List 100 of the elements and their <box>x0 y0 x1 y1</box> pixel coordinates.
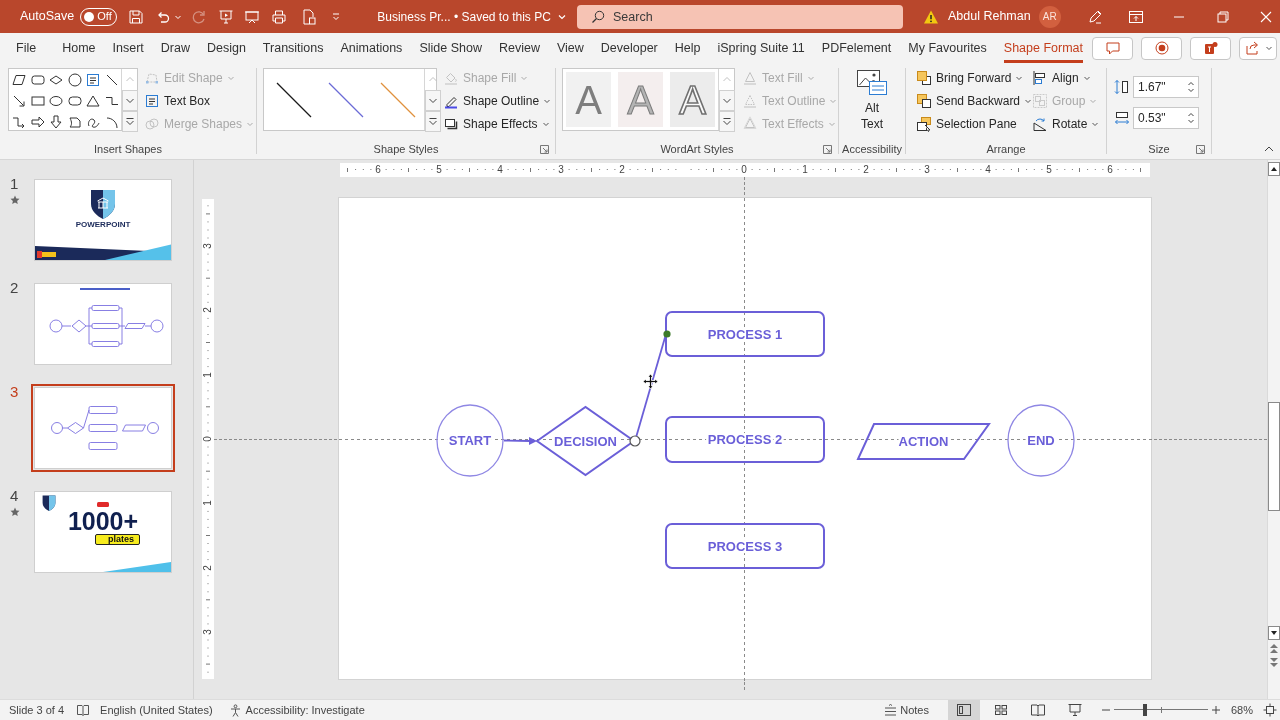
next-slide-icon[interactable] <box>1269 656 1279 668</box>
slide-thumbnail[interactable]: 1000+ plates <box>31 488 175 576</box>
slide-thumbnail[interactable] <box>31 280 175 368</box>
text-box-button[interactable]: Text Box <box>142 89 257 112</box>
shape-width-icon <box>1114 110 1130 126</box>
terminal-shape: START <box>436 404 504 477</box>
bring-forward-icon <box>916 69 932 86</box>
bring-forward-button[interactable]: Bring Forward <box>914 66 1030 89</box>
ribbon-tab[interactable]: iSpring Suite 11 <box>717 33 805 63</box>
slide-thumbnail[interactable]: POWERPOINT <box>31 176 175 264</box>
move-cursor-icon <box>642 373 659 390</box>
zoom-slider-thumb[interactable] <box>1143 704 1147 716</box>
shield-logo-icon <box>41 494 57 512</box>
save-icon[interactable] <box>128 8 145 25</box>
speech-bubble-icon <box>1104 40 1121 56</box>
gallery-more-button[interactable] <box>719 111 735 132</box>
scrollbar-thumb[interactable] <box>1268 402 1280 511</box>
ribbon-tab[interactable]: Help <box>674 33 701 63</box>
present-in-teams-button[interactable] <box>1190 36 1232 60</box>
restore-icon[interactable] <box>1214 8 1231 25</box>
dialog-launcher-icon[interactable] <box>540 145 549 154</box>
width-field[interactable]: 0.53" <box>1133 107 1199 129</box>
normal-view-button[interactable] <box>947 700 980 720</box>
ribbon-tab[interactable]: My Favourites <box>908 33 987 63</box>
ribbon-tab[interactable]: View <box>556 33 584 63</box>
rotate-button[interactable]: Rotate <box>1030 112 1102 135</box>
search-field[interactable]: Search <box>577 4 903 29</box>
ribbon-tab[interactable]: Insert <box>112 33 144 63</box>
zoom-slider[interactable] <box>1113 704 1208 716</box>
spinner-icon[interactable] <box>1187 110 1195 126</box>
record-icon <box>1153 40 1170 56</box>
document-title[interactable]: Business Pr... • Saved to this PC <box>377 7 567 26</box>
presentation-icon[interactable] <box>218 8 235 25</box>
ribbon-tab[interactable]: Transitions <box>262 33 324 63</box>
projector-screen-icon[interactable] <box>244 8 261 25</box>
slide-number: 3 <box>10 383 19 401</box>
autosave-label: AutoSave <box>20 8 75 26</box>
shape-outline-button[interactable]: Shape Outline <box>441 89 554 112</box>
language-button[interactable]: English (United States) <box>100 701 213 719</box>
reading-view-icon <box>1029 702 1046 718</box>
slide-thumbnail[interactable] <box>31 384 175 472</box>
line-style-preset[interactable] <box>276 81 312 118</box>
ribbon-tab[interactable]: Developer <box>600 33 658 63</box>
fit-to-window-icon[interactable] <box>1263 703 1277 717</box>
document-icon[interactable] <box>301 8 318 25</box>
connector-start-handle[interactable] <box>629 435 641 447</box>
send-backward-icon <box>916 92 932 109</box>
merge-shapes-icon <box>144 115 160 132</box>
record-button[interactable] <box>1141 36 1183 60</box>
search-icon <box>591 9 605 24</box>
alt-text-button[interactable]: Alt Text <box>854 63 890 140</box>
down-arrow-icon[interactable] <box>48 113 65 130</box>
notes-button[interactable]: Notes <box>884 701 929 719</box>
zoom-level-button[interactable]: 68% <box>1230 701 1253 719</box>
spinner-icon[interactable] <box>1187 79 1195 95</box>
ribbon-display-icon[interactable] <box>1127 8 1144 25</box>
align-button[interactable]: Align <box>1030 66 1102 89</box>
height-field[interactable]: 1.67" <box>1133 76 1199 98</box>
spelling-book-icon[interactable] <box>76 703 91 717</box>
logo-badge-icon <box>97 502 109 507</box>
gallery-more-button[interactable] <box>425 111 441 132</box>
ribbon-tab[interactable]: Home <box>62 33 96 63</box>
wordart-preset[interactable]: A <box>566 72 611 127</box>
connector-end-handle[interactable] <box>663 330 671 338</box>
zoom-in-icon[interactable] <box>1210 705 1221 715</box>
send-backward-button[interactable]: Send Backward <box>914 89 1030 112</box>
selection-pane-button[interactable]: Selection Pane <box>914 112 1030 135</box>
ribbon-tab[interactable]: PDFelement <box>821 33 892 63</box>
dialog-launcher-icon[interactable] <box>1196 145 1205 154</box>
warning-icon[interactable] <box>923 8 939 25</box>
pen-icon[interactable] <box>1086 8 1103 25</box>
process-shape: PROCESS 3 <box>665 523 825 569</box>
ribbon-tab[interactable]: Design <box>206 33 246 63</box>
text-box-icon <box>144 92 160 109</box>
slide-number: 1 <box>10 175 19 193</box>
ruler-number: 0 <box>202 434 214 444</box>
circle-icon[interactable] <box>66 71 83 88</box>
ribbon-tab[interactable]: Draw <box>160 33 190 63</box>
text-box-icon[interactable] <box>85 71 102 88</box>
ribbon-tab[interactable]: Slide Show <box>419 33 482 63</box>
accessibility-icon <box>228 703 242 717</box>
slide-number: 2 <box>10 279 19 297</box>
scroll-up-button[interactable] <box>1268 162 1280 176</box>
selection-pane-icon <box>916 115 932 132</box>
shape-effects-button[interactable]: Shape Effects <box>441 112 554 135</box>
scroll-down-button[interactable] <box>1268 626 1280 640</box>
ribbon-tab[interactable]: File <box>16 33 37 63</box>
rotate-icon <box>1032 115 1048 132</box>
ribbon-tab[interactable]: Review <box>498 33 540 63</box>
accessibility-button[interactable]: Accessibility: Investigate <box>228 701 365 719</box>
process-shape: PROCESS 1 <box>665 311 825 357</box>
dialog-launcher-icon[interactable] <box>823 145 832 154</box>
share-icon <box>1243 40 1260 56</box>
group-label: Accessibility <box>842 142 902 158</box>
collapse-ribbon-icon[interactable] <box>1264 146 1274 152</box>
thumbnail-title: POWERPOINT <box>74 221 132 229</box>
printer-icon[interactable] <box>271 8 288 25</box>
notes-icon <box>884 703 898 717</box>
ribbon-tab[interactable]: Animations <box>340 33 403 63</box>
previous-slide-icon[interactable] <box>1269 643 1279 655</box>
